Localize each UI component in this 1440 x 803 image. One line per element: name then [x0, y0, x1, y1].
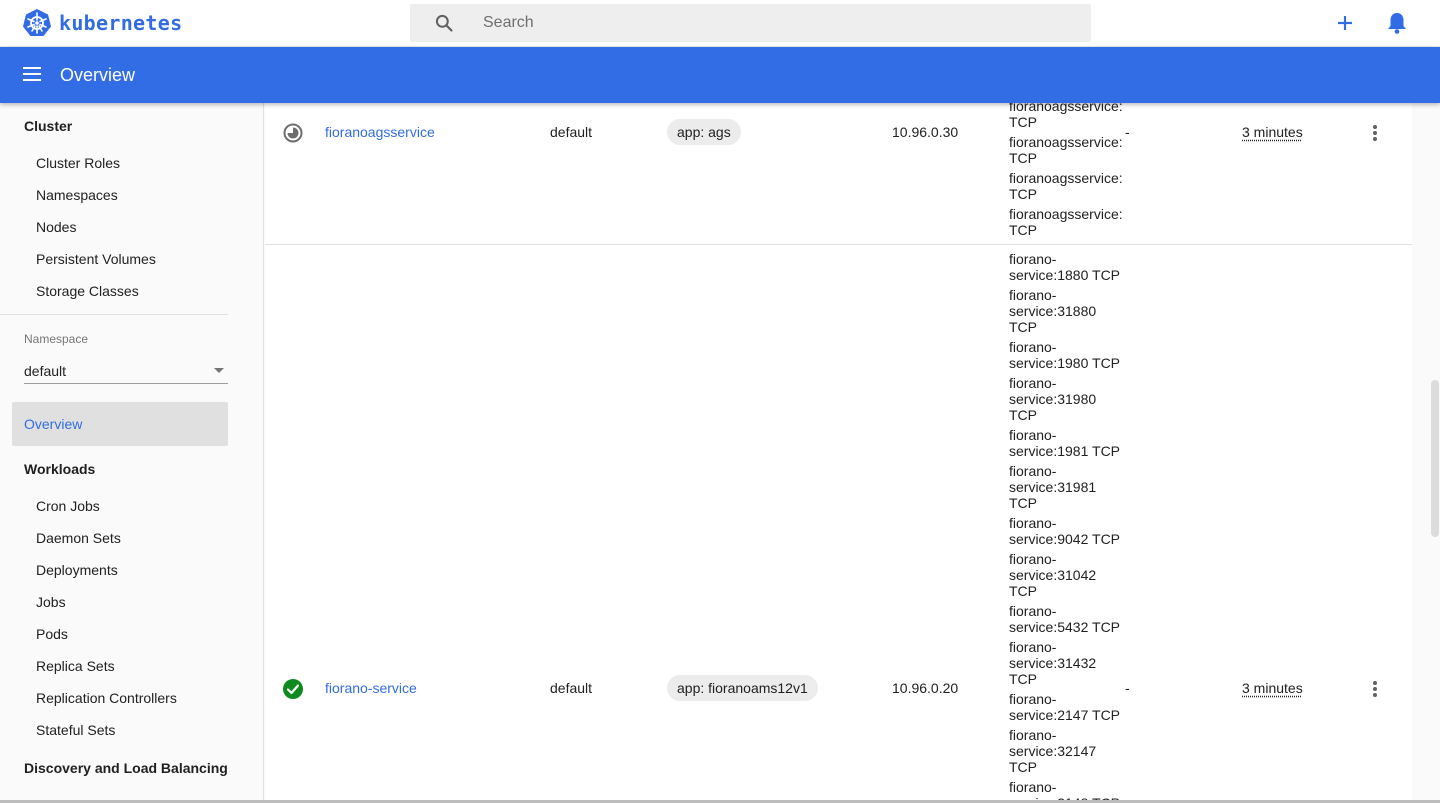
more-actions-icon[interactable]: [1367, 678, 1383, 700]
endpoint: fioranoagsservice: TCP: [1009, 103, 1123, 130]
endpoint: fiorano-service:1980 TCP: [1009, 339, 1121, 371]
external-endpoints: -: [1125, 124, 1130, 140]
namespace-select[interactable]: default: [24, 358, 228, 384]
service-age: 3 minutes: [1242, 124, 1303, 140]
sidebar: Cluster Cluster Roles Namespaces Nodes P…: [0, 103, 264, 803]
sidebar-item-persistent-volumes[interactable]: Persistent Volumes: [36, 251, 156, 267]
sidebar-item-cluster-roles[interactable]: Cluster Roles: [36, 155, 120, 171]
sidebar-item-jobs[interactable]: Jobs: [36, 594, 66, 610]
service-name-link[interactable]: fiorano-service: [325, 680, 417, 696]
sidebar-header-workloads[interactable]: Workloads: [24, 461, 95, 477]
dropdown-arrow-icon: [214, 368, 224, 373]
label-chip: app: ags: [667, 119, 741, 145]
sidebar-item-deployments[interactable]: Deployments: [36, 562, 118, 578]
endpoint: fioranoagsservice: TCP: [1009, 206, 1123, 238]
sidebar-item-replication-controllers[interactable]: Replication Controllers: [36, 690, 177, 706]
internal-endpoints: fioranoagsservice: TCP fioranoagsservice…: [1009, 103, 1125, 242]
pending-status-icon: [283, 123, 303, 143]
cluster-ip: 10.96.0.30: [892, 124, 959, 140]
sidebar-item-pods[interactable]: Pods: [36, 626, 68, 642]
sidebar-header-discovery[interactable]: Discovery and Load Balancing: [24, 760, 228, 776]
sidebar-header-cluster[interactable]: Cluster: [24, 118, 72, 134]
internal-endpoints: fiorano-service:1880 TCP fiorano-service…: [1009, 251, 1125, 803]
service-name-link[interactable]: fioranoagsservice: [325, 124, 435, 140]
scrollbar-thumb[interactable]: [1431, 380, 1439, 537]
endpoint: fiorano-service:2147 TCP: [1009, 691, 1121, 723]
logo-text: kubernetes: [59, 11, 183, 35]
sidebar-item-nodes[interactable]: Nodes: [36, 219, 76, 235]
service-namespace: default: [550, 680, 593, 696]
endpoint: fioranoagsservice: TCP: [1009, 134, 1123, 166]
hamburger-menu-icon[interactable]: [22, 65, 42, 83]
endpoint: fiorano-service:31981 TCP: [1009, 463, 1097, 511]
service-namespace: default: [550, 124, 593, 140]
sidebar-item-stateful-sets[interactable]: Stateful Sets: [36, 722, 115, 738]
endpoint: fiorano-service:31042 TCP: [1009, 551, 1097, 599]
success-check-icon: [283, 679, 303, 699]
label-chip: app: fioranoams12v1: [667, 675, 818, 701]
row-divider: [265, 244, 1412, 245]
sidebar-item-overview-label: Overview: [24, 416, 83, 432]
services-table: fioranoagsservice default app: ags 10.96…: [265, 103, 1412, 803]
sidebar-item-replica-sets[interactable]: Replica Sets: [36, 658, 115, 674]
endpoint: fiorano-service:5432 TCP: [1009, 603, 1121, 635]
endpoint: fiorano-service:9042 TCP: [1009, 515, 1121, 547]
sidebar-item-overview[interactable]: Overview: [12, 402, 228, 446]
cluster-ip: 10.96.0.20: [892, 680, 959, 696]
endpoint: fiorano-service:32147 TCP: [1009, 727, 1097, 775]
endpoint: fiorano-service:31980 TCP: [1009, 375, 1097, 423]
sidebar-divider: [0, 314, 228, 315]
endpoint: fiorano-service:1880 TCP: [1009, 251, 1121, 283]
sidebar-item-storage-classes[interactable]: Storage Classes: [36, 283, 139, 299]
page-title: Overview: [60, 65, 136, 85]
service-age: 3 minutes: [1242, 680, 1303, 696]
add-icon[interactable]: [1333, 11, 1357, 35]
sidebar-item-cron-jobs[interactable]: Cron Jobs: [36, 498, 100, 514]
top-bar: kubernetes: [0, 0, 1440, 47]
sidebar-item-namespaces[interactable]: Namespaces: [36, 187, 118, 203]
external-endpoints: -: [1125, 680, 1130, 696]
endpoint: fiorano-service:31432 TCP: [1009, 639, 1097, 687]
search-input[interactable]: [483, 4, 1073, 42]
more-actions-icon[interactable]: [1367, 122, 1383, 144]
search-bar[interactable]: [410, 4, 1091, 42]
sidebar-item-daemon-sets[interactable]: Daemon Sets: [36, 530, 121, 546]
kubernetes-logo[interactable]: kubernetes: [22, 8, 182, 38]
kubernetes-wheel-icon: [23, 9, 51, 36]
notifications-bell-icon[interactable]: [1386, 11, 1408, 35]
endpoint: fiorano-service:31880 TCP: [1009, 287, 1097, 335]
namespace-label: Namespace: [24, 332, 89, 346]
endpoint: fioranoagsservice: TCP: [1009, 170, 1123, 202]
endpoint: fiorano-service:1981 TCP: [1009, 427, 1121, 459]
page-toolbar: Overview: [0, 47, 1440, 103]
namespace-value: default: [24, 363, 67, 379]
search-icon: [435, 14, 453, 32]
